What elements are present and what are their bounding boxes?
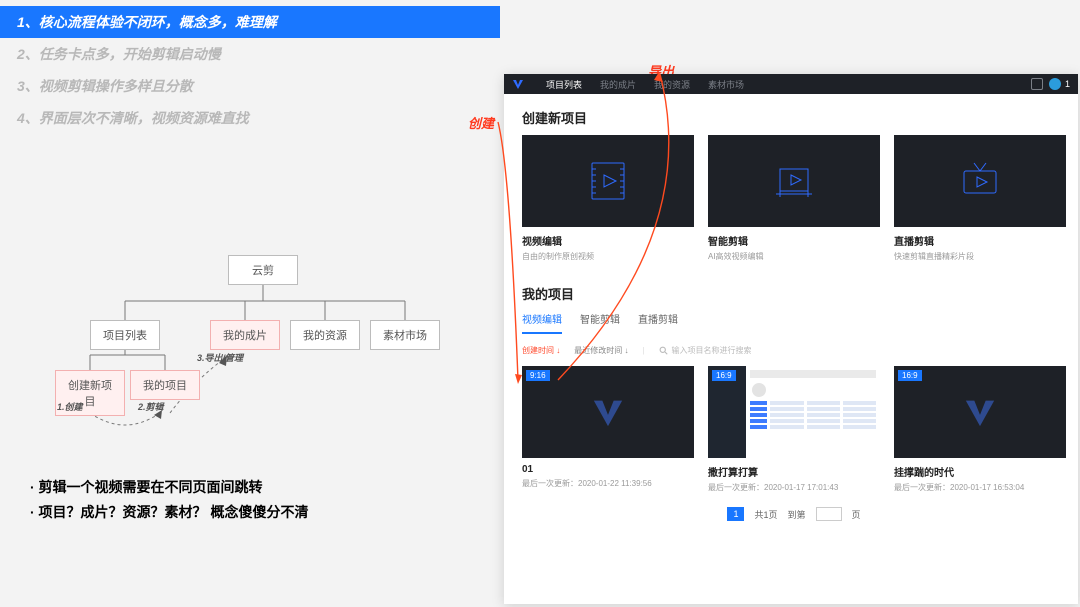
project-logo-icon [963, 395, 997, 429]
user-avatar[interactable] [1049, 78, 1061, 90]
page-goto-label: 到第 [788, 508, 806, 521]
search-input[interactable]: 输入项目名称进行搜索 [659, 345, 752, 356]
project-name: 挂撑踹的时代 [894, 464, 1066, 479]
nav-item-projects[interactable]: 项目列表 [546, 78, 582, 91]
create-card-video-label: 视频编辑 [522, 233, 694, 248]
page-goto-suffix: 页 [852, 508, 861, 521]
tab-smart[interactable]: 智能剪辑 [580, 311, 620, 334]
tab-video[interactable]: 视频编辑 [522, 311, 562, 334]
tree-node-projects: 项目列表 [90, 320, 160, 350]
my-tabs: 视频编辑 智能剪辑 直播剪辑 [522, 311, 1066, 335]
tree-root: 云剪 [228, 255, 298, 285]
tree-node-market: 素材市场 [370, 320, 440, 350]
nav-item-output[interactable]: 我的成片 [600, 78, 636, 91]
conclusion-line-1: · 剪辑一个视频需要在不同页面间跳转 [30, 475, 308, 500]
project-name: 01 [522, 464, 694, 475]
filter-modified[interactable]: 最近修改时间 ↓ [574, 345, 628, 356]
create-card-video-sub: 自由的制作原创视频 [522, 251, 694, 262]
issue-item-1[interactable]: 1、核心流程体验不闭环，概念多，难理解 [0, 6, 500, 38]
page-current[interactable]: 1 [727, 507, 744, 521]
app-window: 项目列表 我的成片 我的资源 素材市场 1 创建新项目 视频编辑 自由的制作原创… [504, 74, 1078, 604]
aspect-badge: 16:9 [712, 370, 736, 381]
create-card-video[interactable]: 视频编辑 自由的制作原创视频 [522, 135, 694, 262]
page-total: 共1页 [754, 508, 777, 521]
project-card-3[interactable]: 16:9 挂撑踹的时代 最后一次更新：2020-01-17 16:53:04 [894, 366, 1066, 493]
nav-item-resource[interactable]: 我的资源 [654, 78, 690, 91]
annotation-create: 创建 [468, 113, 494, 132]
issue-item-4[interactable]: 4、界面层次不清晰，视频资源难直找 [0, 102, 500, 134]
create-card-smart-sub: AI高效视频编辑 [708, 251, 880, 262]
tree-label-2: 2.剪辑 [138, 400, 164, 413]
project-card-2[interactable]: 16:9 撒打算打算 [708, 366, 880, 493]
film-strip-icon [522, 135, 694, 227]
crop-play-icon [708, 135, 880, 227]
tree-label-1: 1.创建 [57, 400, 83, 413]
tv-play-icon [894, 135, 1066, 227]
project-logo-icon [591, 395, 625, 429]
checkbox-icon[interactable] [1031, 78, 1043, 90]
tree-node-resource: 我的资源 [290, 320, 360, 350]
conclusion-line-2: · 项目？成片？资源？素材？ 概念傻傻分不清 [30, 500, 308, 525]
search-placeholder: 输入项目名称进行搜索 [672, 345, 752, 356]
create-card-live[interactable]: 直播剪辑 快速剪辑直播精彩片段 [894, 135, 1066, 262]
app-navbar: 项目列表 我的成片 我的资源 素材市场 1 [504, 74, 1078, 94]
tree-node-output: 我的成片 [210, 320, 280, 350]
project-name: 撒打算打算 [708, 464, 880, 479]
page-goto-input[interactable] [816, 507, 842, 521]
aspect-badge: 16:9 [898, 370, 922, 381]
site-map-tree: 云剪 项目列表 我的成片 我的资源 素材市场 创建新项目 我的项目 1.创建 2… [30, 255, 450, 455]
create-card-smart[interactable]: 智能剪辑 AI高效视频编辑 [708, 135, 880, 262]
tab-live[interactable]: 直播剪辑 [638, 311, 678, 334]
nav-item-market[interactable]: 素材市场 [708, 78, 744, 91]
create-card-live-sub: 快速剪辑直播精彩片段 [894, 251, 1066, 262]
issue-item-2[interactable]: 2、任务卡点多，开始剪辑启动慢 [0, 38, 500, 70]
create-card-live-label: 直播剪辑 [894, 233, 1066, 248]
issue-item-3[interactable]: 3、视频剪辑操作多样且分散 [0, 70, 500, 102]
pagination: 1 共1页 到第 页 [522, 507, 1066, 521]
tree-label-3: 3.导出/管理 [197, 351, 243, 364]
project-time: 最后一次更新：2020-01-17 16:53:04 [894, 482, 1066, 493]
app-logo-icon [512, 78, 524, 90]
conclusion: · 剪辑一个视频需要在不同页面间跳转 · 项目？成片？资源？素材？ 概念傻傻分不… [30, 475, 308, 525]
aspect-badge: 9:16 [526, 370, 550, 381]
project-time: 最后一次更新：2020-01-22 11:39:56 [522, 478, 694, 489]
create-section-title: 创建新项目 [522, 108, 1066, 127]
filter-created[interactable]: 创建时间 ↓ [522, 345, 560, 356]
project-card-1[interactable]: 9:16 01 最后一次更新：2020-01-22 11:39:56 [522, 366, 694, 493]
project-time: 最后一次更新：2020-01-17 17:01:43 [708, 482, 880, 493]
my-section-title: 我的项目 [522, 284, 1066, 303]
create-card-smart-label: 智能剪辑 [708, 233, 880, 248]
search-icon [659, 346, 668, 355]
nav-badge: 1 [1065, 79, 1070, 89]
tree-node-my: 我的项目 [130, 370, 200, 400]
